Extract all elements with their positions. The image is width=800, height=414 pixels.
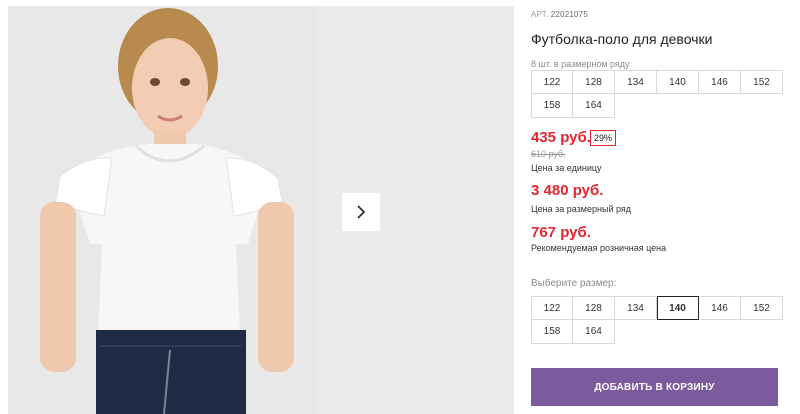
product-photo: [8, 6, 318, 414]
size-option-140[interactable]: 140: [657, 296, 699, 320]
series-size-cell: 122: [531, 70, 573, 94]
series-size-cell: 146: [699, 70, 741, 94]
article-label: АРТ.: [531, 10, 549, 19]
size-option-122[interactable]: 122: [531, 296, 573, 320]
unit-price-note: Цена за единицу: [531, 163, 602, 173]
product-title: Футболка-поло для девочки: [531, 31, 713, 47]
article-code: АРТ. 22021075: [531, 10, 588, 19]
discount-badge: 29%: [590, 130, 616, 146]
chevron-right-icon: [357, 205, 366, 219]
series-price-note: Цена за размерный ряд: [531, 204, 632, 214]
series-size-cell: 152: [741, 70, 783, 94]
series-size-cell: 128: [573, 70, 615, 94]
product-main-image: [8, 6, 318, 414]
size-option-164[interactable]: 164: [573, 320, 615, 344]
series-size-grid: 122 128 134 140 146 152 158 164: [531, 70, 783, 118]
article-number: 22021075: [550, 10, 588, 19]
size-option-146[interactable]: 146: [699, 296, 741, 320]
size-option-134[interactable]: 134: [615, 296, 657, 320]
series-size-cell: 140: [657, 70, 699, 94]
unit-price: 435 руб.: [531, 129, 591, 146]
next-image-button[interactable]: [342, 193, 380, 231]
old-price: 610 руб.: [531, 149, 566, 159]
series-count-note: 8 шт. в размерном ряду: [531, 59, 630, 69]
retail-price-note: Рекомендуемая розничная цена: [531, 243, 667, 253]
series-size-cell: 158: [531, 94, 573, 118]
add-to-cart-button[interactable]: ДОБАВИТЬ В КОРЗИНУ: [531, 368, 778, 406]
series-size-cell: 134: [615, 70, 657, 94]
size-select-label: Выберите размер:: [531, 278, 617, 289]
series-price: 3 480 руб.: [531, 182, 604, 199]
series-size-cell: 164: [573, 94, 615, 118]
size-option-152[interactable]: 152: [741, 296, 783, 320]
size-select-grid: 122 128 134 140 146 152 158 164: [531, 296, 783, 344]
size-option-128[interactable]: 128: [573, 296, 615, 320]
retail-price: 767 руб.: [531, 224, 591, 241]
size-option-158[interactable]: 158: [531, 320, 573, 344]
